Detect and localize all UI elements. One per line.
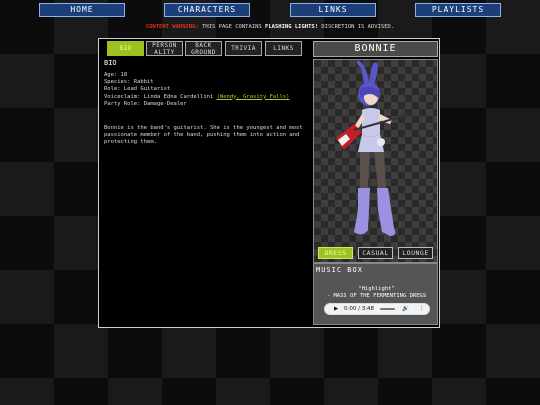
tab-links[interactable]: LINKS — [265, 41, 302, 56]
song-info: "Highlight" - MASS OF THE FERMENTING DRE… — [314, 286, 439, 299]
player-time: 0:00 / 3:48 — [344, 306, 375, 312]
top-nav: HOME CHARACTERS LINKS PLAYLISTS — [0, 3, 540, 17]
content-warning: CONTENT WARNING: THIS PAGE CONTAINS FLAS… — [0, 24, 540, 30]
volume-icon[interactable]: 🔊 — [402, 304, 409, 314]
warning-text-1: THIS PAGE CONTAINS — [198, 24, 266, 30]
tab-trivia[interactable]: TRIVIA — [225, 41, 262, 56]
voiceclaim-text: Voiceclaim: Linda Edna Cardellini — [104, 93, 217, 100]
warning-label: CONTENT WARNING: — [145, 24, 199, 30]
fact-age: Age: 18 — [104, 72, 128, 78]
audio-player: ▶ 0:00 / 3:48 🔊 ⋮ — [324, 303, 430, 315]
character-name: BONNIE — [313, 41, 438, 57]
play-icon[interactable]: ▶ — [334, 304, 338, 314]
outfit-casual-button[interactable]: CASUAL — [358, 247, 393, 259]
fact-species: Species: Rabbit — [104, 79, 154, 86]
section-title: BIO — [104, 59, 117, 67]
warning-text-2: DISCRETION IS ADVISED. — [318, 24, 395, 30]
fact-voiceclaim: Voiceclaim: Linda Edna Cardellini (Wendy… — [104, 94, 289, 101]
nav-playlists-button[interactable]: PLAYLISTS — [415, 3, 501, 17]
fact-role: Role: Lead Guitarist — [104, 86, 171, 93]
warning-emphasis: FLASHING LIGHTS! — [265, 24, 319, 30]
tab-personality[interactable]: PERSON ALITY — [146, 41, 183, 56]
nav-characters-button[interactable]: CHARACTERS — [164, 3, 250, 17]
voiceclaim-link[interactable]: (Wendy, Gravity Falls) — [217, 94, 290, 100]
character-panel: BIO PERSON ALITY BACK GROUND TRIVIA LINK… — [98, 38, 440, 328]
tab-background[interactable]: BACK GROUND — [185, 41, 222, 56]
character-portrait — [313, 59, 438, 263]
nav-home-button[interactable]: HOME — [39, 3, 125, 17]
nav-links-button[interactable]: LINKS — [290, 3, 376, 17]
music-box-title: MUSIC BOX — [316, 266, 363, 274]
fact-party-role: Party Role: Damage-Dealer — [104, 100, 187, 107]
more-options-icon[interactable]: ⋮ — [419, 304, 425, 314]
outfit-lounge-button[interactable]: LOUNGE — [398, 247, 433, 259]
bio-facts: Age: 18 Species: Rabbit Role: Lead Guita… — [104, 72, 289, 108]
tab-bio[interactable]: BIO — [107, 41, 144, 56]
seek-bar[interactable] — [380, 308, 395, 310]
music-box: MUSIC BOX "Highlight" - MASS OF THE FERM… — [313, 263, 438, 325]
song-artist: - MASS OF THE FERMENTING DREGS — [326, 292, 427, 299]
bonnie-figure-image — [336, 60, 410, 236]
outfit-selector: DRESS CASUAL LOUNGE — [313, 246, 438, 262]
outfit-dress-button[interactable]: DRESS — [318, 247, 353, 259]
bio-description: Bonnie is the band's guitarist. She is t… — [104, 125, 303, 146]
